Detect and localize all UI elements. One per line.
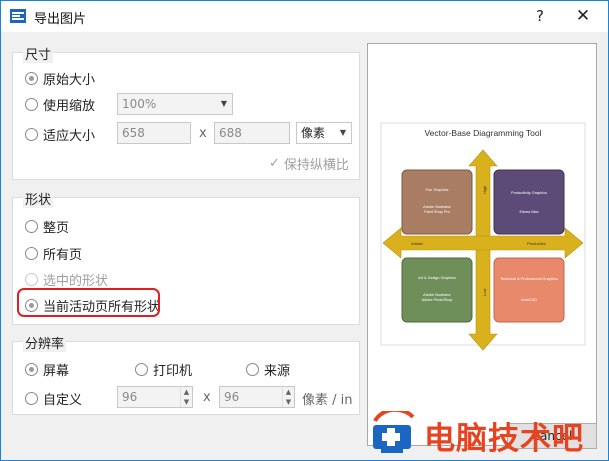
quadrant-tr: Productivity Graphics Edraw Max <box>493 169 565 235</box>
zoom-select[interactable]: 100% ▼ <box>117 93 233 115</box>
export-image-dialog: 导出图片 ? ✕ 尺寸 原始大小 使用缩放 100% ▼ 适应大小 658 x … <box>0 0 609 461</box>
preview-diagram: Vector-Base Diagramming Tool Fun Graphic… <box>380 122 586 351</box>
resolution-group-title: 分辨率 <box>23 333 67 352</box>
unit-select[interactable]: 像素 ▼ <box>296 122 352 144</box>
dpi-times-label: x <box>203 390 211 405</box>
whole-page-radio[interactable] <box>25 220 38 233</box>
source-label: 来源 <box>264 364 291 379</box>
svg-text:Adobe PhotoShop: Adobe PhotoShop <box>422 298 453 302</box>
selected-shapes-label: 选中的形状 <box>43 274 109 289</box>
original-size-radio[interactable] <box>25 72 38 85</box>
printer-label: 打印机 <box>153 364 193 379</box>
quadrant-br: Technical & Professional Graphics AutoCA… <box>493 257 565 323</box>
zoom-label: 使用缩放 <box>43 99 96 114</box>
keep-ratio-option[interactable]: ✓ 保持纵横比 <box>269 154 349 173</box>
height-input[interactable]: 688 <box>214 122 290 144</box>
diagram-title: Vector-Base Diagramming Tool <box>424 128 541 138</box>
chevron-down-icon: ▼ <box>220 99 228 108</box>
fit-size-label: 适应大小 <box>43 129 96 144</box>
axis-label-artistic: Artistic <box>411 241 423 246</box>
watermark-text: 电脑技术吧 <box>424 421 584 457</box>
svg-text:Productivity Graphics: Productivity Graphics <box>511 191 547 195</box>
whole-page-option[interactable]: 整页 <box>25 217 69 236</box>
svg-text:Art & Design Graphics: Art & Design Graphics <box>418 276 456 280</box>
up-icon[interactable]: ▲ <box>181 387 192 397</box>
custom-label: 自定义 <box>43 393 83 408</box>
svg-text:Paint Shop Pro: Paint Shop Pro <box>424 210 450 214</box>
width-value: 658 <box>122 126 145 140</box>
source-option[interactable]: 来源 <box>246 360 290 379</box>
axis-label-low: Low <box>482 289 487 296</box>
fit-size-radio[interactable] <box>25 128 38 141</box>
source-radio[interactable] <box>246 363 259 376</box>
axis-label-productive: Productive <box>527 241 547 246</box>
zoom-option[interactable]: 使用缩放 <box>25 95 95 114</box>
dpi-x-stepper[interactable]: 96 ▲ ▼ <box>117 386 193 408</box>
selected-shapes-radio[interactable] <box>25 273 38 286</box>
svg-text:Edraw Max: Edraw Max <box>520 210 539 214</box>
shape-group-title: 形状 <box>23 189 54 208</box>
svg-text:Adobe Illustrator: Adobe Illustrator <box>423 293 451 297</box>
dpi-unit-label: 像素 / in <box>302 393 353 408</box>
down-icon[interactable]: ▼ <box>283 397 294 407</box>
original-size-option[interactable]: 原始大小 <box>25 69 95 88</box>
width-input[interactable]: 658 <box>117 122 191 144</box>
whole-page-label: 整页 <box>43 221 70 236</box>
selected-shapes-option[interactable]: 选中的形状 <box>25 270 108 289</box>
dpi-y-spin[interactable]: ▲ ▼ <box>282 387 294 407</box>
height-value: 688 <box>219 126 242 140</box>
printer-radio[interactable] <box>135 363 148 376</box>
screen-label: 屏幕 <box>43 364 70 379</box>
original-size-label: 原始大小 <box>43 73 96 88</box>
svg-text:Technical & Professional Graph: Technical & Professional Graphics <box>500 277 558 281</box>
title-bar: 导出图片 ? ✕ <box>1 1 608 32</box>
fit-size-option[interactable]: 适应大小 <box>25 125 95 144</box>
highlight-annotation <box>17 288 160 317</box>
chevron-down-icon: ▼ <box>339 128 347 137</box>
custom-option[interactable]: 自定义 <box>25 389 82 408</box>
svg-text:Fun Graphics: Fun Graphics <box>426 188 449 192</box>
dpi-y-stepper[interactable]: 96 ▲ ▼ <box>219 386 295 408</box>
watermark-logo-icon <box>373 411 415 453</box>
watermark: 电脑技术吧 <box>369 409 609 457</box>
all-pages-option[interactable]: 所有页 <box>25 244 82 263</box>
all-pages-radio[interactable] <box>25 247 38 260</box>
preview-pane: Vector-Base Diagramming Tool Fun Graphic… <box>367 43 597 446</box>
all-pages-label: 所有页 <box>43 248 83 263</box>
size-times-label: x <box>199 126 207 141</box>
axis-label-high: High <box>482 186 487 194</box>
keep-ratio-label: 保持纵横比 <box>283 158 349 173</box>
app-icon <box>10 9 26 23</box>
screen-radio[interactable] <box>25 363 38 376</box>
dpi-x-spin[interactable]: ▲ ▼ <box>180 387 192 407</box>
custom-radio[interactable] <box>25 392 38 405</box>
up-icon[interactable]: ▲ <box>283 387 294 397</box>
size-group-title: 尺寸 <box>23 44 54 63</box>
quadrant-tl: Fun Graphics Adobe Illustrator Paint Sho… <box>401 169 473 235</box>
printer-option[interactable]: 打印机 <box>135 360 192 379</box>
help-button[interactable]: ? <box>527 5 553 27</box>
zoom-value: 100% <box>122 97 157 111</box>
check-icon: ✓ <box>269 156 280 171</box>
unit-value: 像素 <box>301 126 326 140</box>
dpi-x-value: 96 <box>122 390 138 404</box>
svg-text:Adobe Illustrator: Adobe Illustrator <box>423 205 451 209</box>
down-icon[interactable]: ▼ <box>181 397 192 407</box>
svg-text:AutoCAD: AutoCAD <box>521 298 537 302</box>
dpi-y-value: 96 <box>224 390 240 404</box>
close-button[interactable]: ✕ <box>569 5 597 27</box>
window-title: 导出图片 <box>34 12 87 27</box>
quadrant-bl: Art & Design Graphics Adobe Illustrator … <box>401 257 473 323</box>
zoom-radio[interactable] <box>25 98 38 111</box>
screen-option[interactable]: 屏幕 <box>25 360 69 379</box>
